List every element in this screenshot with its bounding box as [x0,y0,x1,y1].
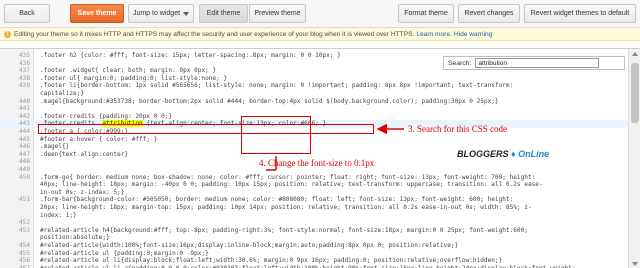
line-number: 435 [18,52,30,59]
code-text: #related-article ul {padding:0;margin:0 … [40,249,209,257]
line-number: 438 [18,74,30,82]
line-number: 444 [18,128,30,135]
code-text: .deen{text-align:center} [40,150,129,158]
watermark-part2: OnLine [518,149,550,159]
scrollbar-thumb[interactable] [631,63,639,123]
line-number: 453 [18,226,30,234]
line-number: 450 [18,173,30,181]
code-line[interactable]: 438 .footer ul{ margin:0; padding:0; list… [0,75,628,83]
vertical-scrollbar[interactable] [628,49,640,268]
code-line[interactable]: 439 .footer li{border-bottom: 1px solid #… [0,82,628,90]
code-text: .footer-credits {padding: 20px 0 0;} [40,112,173,120]
https-warning-bar: ! Editing your theme so it mixes HTTP an… [0,28,640,41]
code-line[interactable]: 455 #related-article ul {padding:0;margin… [0,250,628,258]
code-text: .form-go{ border: medium none; box-shado… [40,173,536,181]
scroll-down-icon[interactable] [632,262,638,266]
jump-to-widget-label: Jump to widget [132,10,181,17]
code-text: .magel{background:#353738; border-bottom… [40,97,499,105]
code-line[interactable]: 454 #related-article{width:100%;font-size… [0,242,628,250]
line-number: 445 [18,135,30,143]
learn-more-link[interactable]: Learn more. [416,31,452,38]
code-line[interactable]: 442 .footer-credits {padding: 20px 0 0;} [0,113,628,121]
code-line[interactable]: 441 [0,105,628,113]
revert-widget-themes-button[interactable]: Revert widget themes to default [524,4,636,23]
code-text: in-out 0s; z-index: 5;} [40,188,125,196]
code-text: .form-bar{background-color: #505050; bor… [40,196,514,204]
code-text: 40px; line-height: 18px; margin: -40px 0… [40,181,543,189]
code-text: position:absolute;} [40,234,110,242]
step3-annotation: 3. Search for this CSS code [408,124,507,134]
code-line[interactable]: 40px; line-height: 18px; margin: -40px 0… [0,181,628,189]
code-text: .footer li{border-bottom: 1px solid #565… [40,82,514,90]
line-number: 447 [18,150,30,158]
line-number: 456 [18,257,30,265]
code-text: index: 1;} [40,211,77,219]
code-line[interactable]: 445 #footer a:hover { color: #fff; } [0,136,628,144]
code-text: .magel{} [40,143,70,151]
code-text: .footer ul{ margin:0; padding:0; list-st… [40,74,228,82]
line-number: 446 [18,143,30,151]
line-number: 449 [18,166,30,173]
step4-annotation: 4. Change the font-size to 0.1px [259,158,375,168]
line-number: 454 [18,242,30,249]
line-number: 440 [18,97,30,105]
code-line[interactable]: in-out 0s; z-index: 5;} [0,189,628,197]
search-box: Search: [443,56,625,70]
code-text: 20px; line-height: 18px; margin-top: 15p… [40,204,532,211]
line-number: 451 [18,196,30,204]
code-line[interactable]: 440 .magel{background:#353738; border-bot… [0,98,628,106]
code-text: capitalize;} [40,90,85,97]
watermark-part1: BLOGGERS [457,149,509,159]
code-line[interactable]: position:absolute;} [0,234,628,242]
edit-theme-button[interactable]: Edit theme [199,4,248,23]
code-text: #related-article ul li{display:block;flo… [40,257,503,265]
format-theme-button[interactable]: Format theme [398,4,454,23]
code-text: #related-article{width:100%;font-size:16… [40,242,459,249]
warning-icon: ! [4,30,11,38]
code-text: #footer a:hover { color: #fff; } [40,135,158,143]
save-theme-button[interactable]: Save theme [70,4,124,23]
code-line[interactable]: 450 .form-go{ border: medium none; box-sh… [0,174,628,182]
search-label: Search: [448,59,472,67]
preview-theme-button[interactable]: Preview theme [249,4,306,23]
line-number: 448 [18,158,30,166]
search-input[interactable] [475,58,600,68]
code-line[interactable]: index: 1;} [0,212,628,220]
line-number: 436 [18,59,30,67]
code-line[interactable]: 452 [0,219,628,227]
code-line[interactable]: 20px; line-height: 18px; margin-top: 15p… [0,204,628,212]
scroll-up-icon[interactable] [632,52,638,56]
highlight-css-rule-box [38,124,374,134]
chevron-down-icon [183,11,190,16]
watermark-accent-icon: ♦ [511,149,516,159]
code-line[interactable]: 456 #related-article ul li{display:block;… [0,257,628,265]
line-number: 441 [18,105,30,113]
warning-message: Editing your theme so it mixes HTTP and … [14,30,415,38]
line-number: 437 [18,67,30,75]
line-number: 452 [18,219,30,227]
back-button[interactable]: Back [4,4,50,23]
code-text: #related-article h4{background:#fff; top… [40,226,528,234]
line-number: 442 [18,112,30,120]
revert-changes-button[interactable]: Revert changes [458,4,520,23]
code-text: .footer h2 {color: #fff; font-size: 15px… [40,52,341,59]
highlight-font-size-box [241,116,311,154]
line-number: 443 [18,120,30,128]
code-line[interactable]: 451 .form-bar{background-color: #505050; … [0,196,628,204]
editor-toolbar: Back Save theme Jump to widget Edit them… [0,0,640,28]
line-number: 455 [18,249,30,257]
jump-to-widget-dropdown[interactable]: Jump to widget [128,4,194,23]
code-line[interactable]: capitalize;} [0,90,628,98]
bloggers-online-watermark: BLOGGERS ♦ OnLine [455,148,552,160]
code-text: .footer .widget{ clear: both; margin: 0p… [40,67,217,75]
hide-warning-link[interactable]: Hide warning [454,31,492,38]
code-line[interactable]: 453 #related-article h4{background:#fff; … [0,227,628,235]
line-number: 439 [18,82,30,90]
